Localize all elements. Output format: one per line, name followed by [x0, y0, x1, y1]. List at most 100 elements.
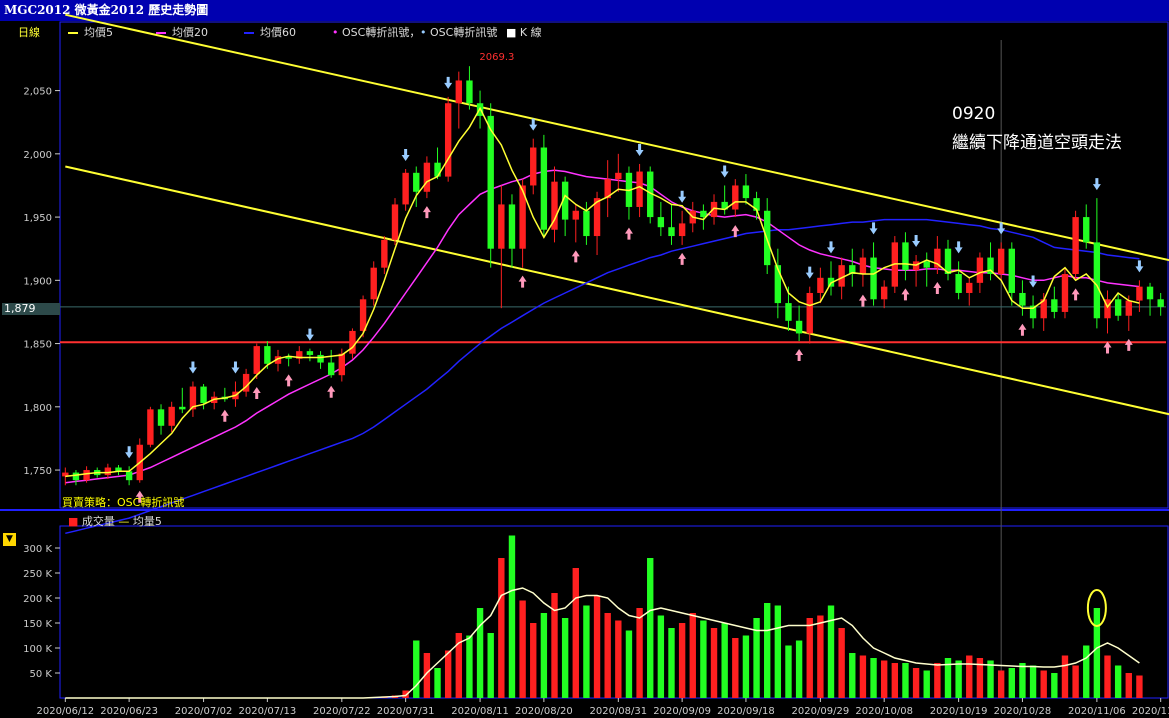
volume-bar	[1114, 665, 1122, 698]
x-tick-label: 2020/11/17	[1132, 706, 1169, 717]
volume-bar	[561, 618, 569, 698]
volume-bar	[955, 660, 962, 698]
volume-bar	[902, 663, 909, 698]
x-tick-label: 2020/10/28	[994, 706, 1052, 717]
volume-y-tick-label: 250 K	[23, 569, 52, 580]
x-tick-label: 2020/09/29	[792, 706, 850, 717]
candle-body	[572, 210, 579, 220]
candle-body	[1125, 300, 1132, 316]
candle-body	[327, 362, 335, 376]
candle-body	[1051, 299, 1058, 312]
candle-body	[455, 80, 462, 104]
channel-line	[65, 165, 1169, 416]
volume-bar	[912, 668, 920, 698]
legend-ma5-swatch	[68, 32, 78, 34]
volume-bar	[966, 655, 973, 698]
candle-body	[530, 147, 537, 186]
sell-arrow-icon	[635, 143, 644, 156]
dropdown-arrow-icon[interactable]: ▼	[3, 533, 16, 546]
candle-body	[955, 274, 962, 293]
volume-bar	[604, 613, 611, 698]
candle-body	[264, 346, 271, 364]
buy-arrow-icon	[518, 275, 527, 288]
volume-ma-legend-label: 均量5	[132, 515, 162, 528]
candle-body	[1157, 299, 1164, 307]
candle-body	[508, 204, 516, 249]
volume-bar	[987, 660, 994, 698]
legend-period[interactable]: 日線	[18, 24, 40, 40]
legend-kline: ■ K 線	[506, 24, 542, 40]
volume-y-tick-label: 150 K	[23, 619, 52, 630]
volume-bar	[1093, 608, 1101, 698]
candle-body	[859, 257, 867, 274]
sell-arrow-icon	[1029, 275, 1038, 288]
volume-bar	[444, 650, 452, 698]
volume-bar	[1040, 670, 1047, 698]
x-tick-label: 2020/11/06	[1068, 706, 1126, 717]
sell-arrow-icon	[1135, 260, 1144, 273]
candle-body	[1136, 286, 1143, 301]
x-tick-label: 2020/10/08	[855, 706, 913, 717]
buy-arrow-icon	[901, 288, 910, 301]
sell-arrow-icon	[678, 190, 687, 203]
sell-arrow-icon	[125, 446, 134, 459]
volume-bar	[466, 635, 473, 698]
candle-body	[157, 409, 165, 426]
price-y-tick-label: 1,950	[23, 213, 52, 224]
volume-bar	[1104, 655, 1111, 698]
legend-osc1: • OSC轉折訊號，	[332, 24, 420, 40]
candle-body	[423, 162, 431, 192]
volume-bar	[934, 663, 941, 698]
candle-body	[870, 257, 877, 300]
x-tick-label: 2020/06/23	[100, 706, 158, 717]
legend-ma60-swatch	[244, 32, 254, 34]
volume-swatch-icon: ■	[68, 515, 79, 528]
legend-ma60: 均價60	[244, 24, 296, 40]
legend-osc1-dot: •	[332, 26, 339, 39]
buy-arrow-icon	[678, 252, 687, 265]
volume-bar	[625, 630, 633, 698]
candle-body	[583, 210, 590, 237]
volume-bar	[593, 595, 601, 698]
volume-bar	[1029, 665, 1037, 698]
candle-body	[678, 223, 686, 237]
candle-body	[338, 353, 346, 376]
buy-arrow-icon	[933, 282, 942, 294]
legend-osc2: • OSC轉折訊號	[420, 24, 497, 40]
candle-body	[615, 172, 622, 180]
volume-bar	[678, 623, 686, 698]
volume-bar	[1019, 663, 1026, 698]
volume-bar	[498, 558, 505, 698]
candle-body	[402, 172, 409, 205]
candle-body	[668, 227, 675, 237]
candle-body	[806, 292, 813, 334]
volume-bar	[689, 613, 696, 698]
candle-body	[83, 470, 90, 481]
candle-body	[540, 147, 548, 230]
volume-bar	[880, 660, 888, 698]
volume-y-tick-label: 300 K	[23, 544, 52, 555]
candle-body	[636, 171, 643, 207]
volume-bar	[849, 653, 856, 698]
volume-bar	[647, 558, 654, 698]
candle-body	[1083, 217, 1090, 243]
candle-body	[817, 277, 824, 293]
x-tick-label: 2020/10/19	[930, 706, 988, 717]
volume-bar	[710, 628, 718, 698]
volume-bar	[519, 600, 526, 698]
x-tick-label: 2020/06/12	[36, 706, 94, 717]
volume-bar	[530, 623, 537, 698]
x-tick-label: 2020/08/20	[515, 706, 573, 717]
candle-body	[370, 267, 377, 300]
buy-arrow-icon	[795, 349, 804, 362]
legend-ma5: 均價5	[68, 24, 113, 40]
buy-arrow-icon	[1124, 338, 1133, 351]
x-tick-label: 2020/09/18	[717, 706, 775, 717]
sell-arrow-icon	[1092, 178, 1101, 191]
x-tick-label: 2020/09/09	[653, 706, 711, 717]
candle-body	[317, 354, 324, 363]
peak-label: 2069.3	[479, 52, 514, 63]
x-tick-label: 2020/07/31	[377, 706, 435, 717]
candle-body	[880, 286, 888, 300]
candle-body	[657, 217, 665, 228]
